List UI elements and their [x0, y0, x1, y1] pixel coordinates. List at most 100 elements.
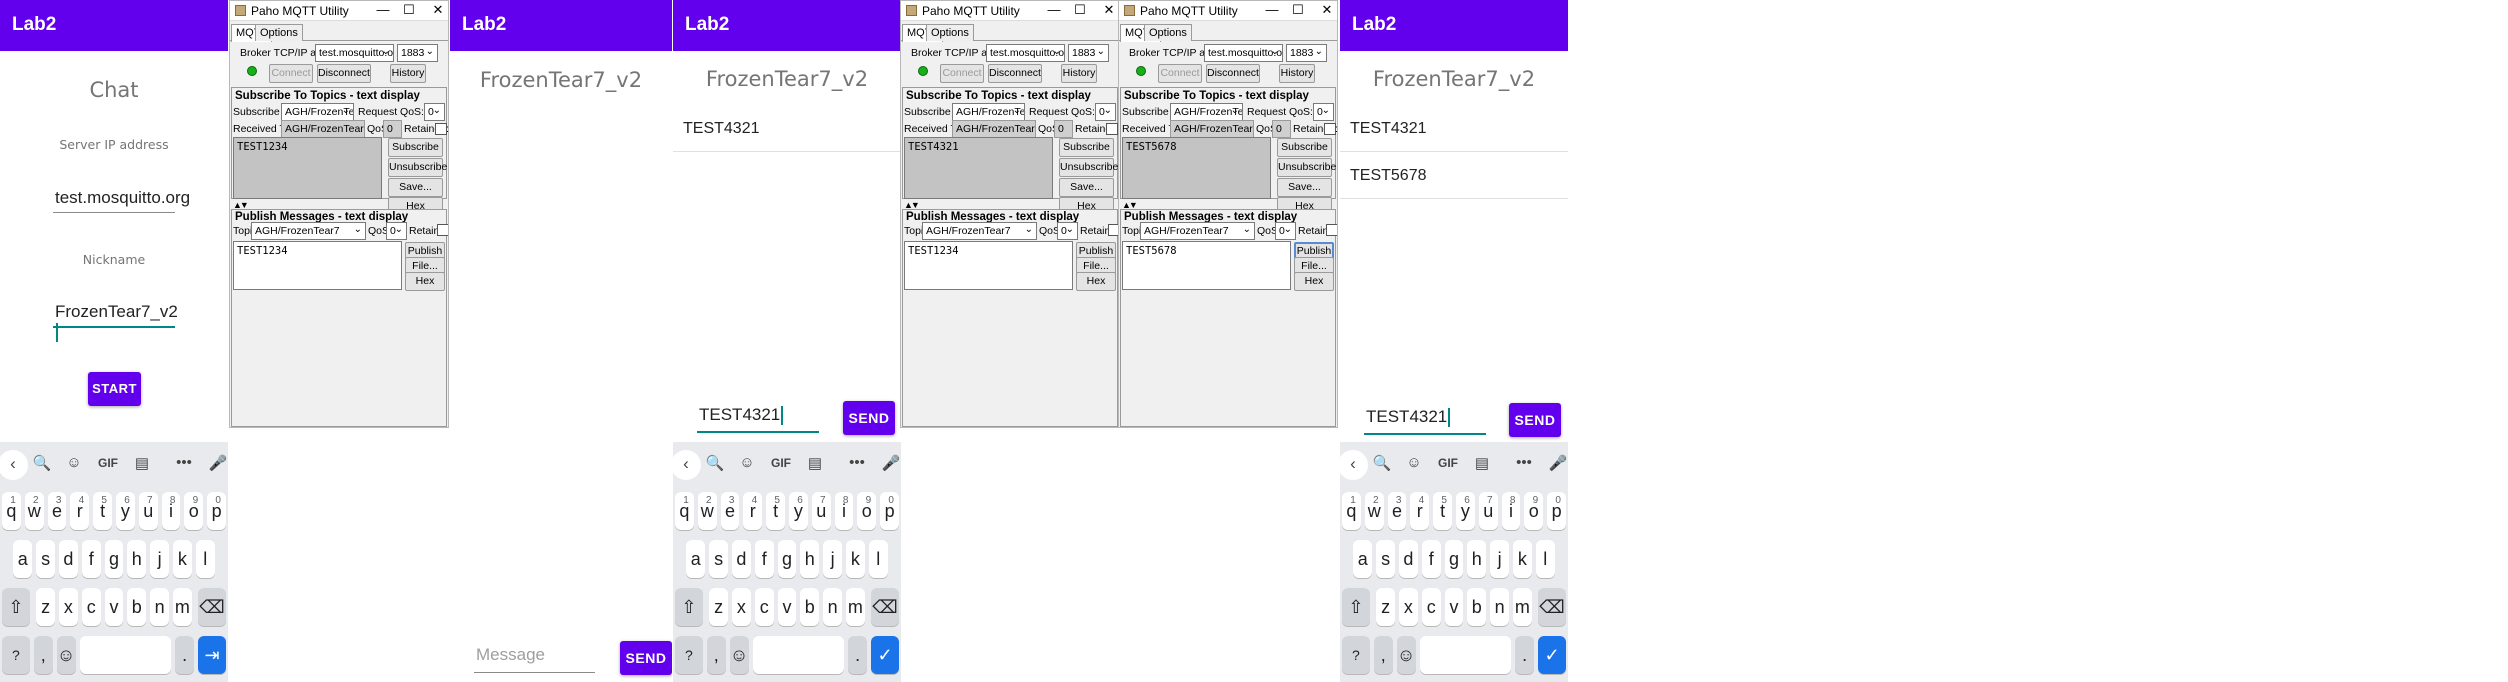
- key-y[interactable]: y6: [116, 492, 135, 530]
- key-m[interactable]: m: [1513, 588, 1532, 626]
- key-w[interactable]: w2: [24, 492, 44, 530]
- unsubscribe-button[interactable]: Unsubscribe: [388, 158, 447, 177]
- broker-address-select[interactable]: test.mosquitto.org⌄: [1204, 44, 1283, 62]
- maximize-icon[interactable]: ☐: [1289, 2, 1307, 18]
- collapse-icon[interactable]: ‹: [0, 450, 28, 480]
- publish-message-text[interactable]: TEST1234: [904, 241, 1073, 290]
- minimize-icon[interactable]: —: [374, 2, 392, 17]
- maximize-icon[interactable]: ☐: [1071, 2, 1089, 18]
- start-button[interactable]: START: [88, 372, 141, 406]
- key-j[interactable]: j: [823, 540, 842, 578]
- send-button[interactable]: SEND: [1509, 403, 1561, 437]
- key-g[interactable]: g: [1444, 540, 1464, 578]
- nickname-input[interactable]: FrozenTear7_v2: [53, 302, 178, 343]
- clipboard-icon[interactable]: ▤: [800, 454, 830, 472]
- collapse-icon[interactable]: ‹: [673, 450, 701, 480]
- publish-hex-button[interactable]: Hex: [405, 272, 445, 291]
- key-h[interactable]: h: [800, 540, 820, 578]
- key-o[interactable]: o9: [1524, 492, 1544, 530]
- key-o[interactable]: o9: [184, 492, 204, 530]
- key-m[interactable]: m: [846, 588, 865, 626]
- key-s[interactable]: s: [1376, 540, 1395, 578]
- key-x[interactable]: x: [732, 588, 751, 626]
- publish-retained-checkbox[interactable]: [437, 224, 448, 236]
- key-a[interactable]: a: [13, 540, 33, 578]
- key-t[interactable]: t5: [93, 492, 112, 530]
- backspace-key[interactable]: ⌫: [198, 588, 226, 626]
- subscribe-button[interactable]: Subscribe: [1059, 138, 1114, 157]
- subscribe-button[interactable]: Subscribe: [1277, 138, 1332, 157]
- backspace-key[interactable]: ⌫: [871, 588, 899, 626]
- key-v[interactable]: v: [1444, 588, 1464, 626]
- sticker-icon[interactable]: ☺: [732, 454, 762, 471]
- key-l[interactable]: l: [1535, 540, 1555, 578]
- publish-topic-select[interactable]: AGH/FrozenTear7 ⌄: [922, 222, 1037, 240]
- history-button[interactable]: History: [390, 64, 426, 83]
- comma-key[interactable]: ,: [33, 636, 53, 674]
- key-y[interactable]: y6: [789, 492, 808, 530]
- symbols-key[interactable]: ?123: [2, 636, 30, 674]
- key-g[interactable]: g: [104, 540, 124, 578]
- emoji-key[interactable]: ☺: [56, 636, 76, 674]
- disconnect-button[interactable]: Disconnect: [988, 64, 1042, 83]
- emoji-key[interactable]: ☺: [1396, 636, 1416, 674]
- key-b[interactable]: b: [800, 588, 820, 626]
- key-w[interactable]: w2: [697, 492, 717, 530]
- maximize-icon[interactable]: ☐: [400, 2, 418, 18]
- key-r[interactable]: r4: [70, 492, 90, 530]
- more-icon[interactable]: •••: [842, 454, 872, 471]
- more-icon[interactable]: •••: [1509, 454, 1539, 471]
- space-key[interactable]: [752, 636, 845, 674]
- gif-button[interactable]: GIF: [93, 456, 123, 470]
- close-icon[interactable]: ✕: [1100, 2, 1118, 18]
- key-s[interactable]: s: [36, 540, 55, 578]
- tab-options[interactable]: Options: [926, 24, 974, 41]
- key-c[interactable]: c: [1421, 588, 1441, 626]
- port-select[interactable]: 1883 ⌄: [397, 44, 438, 62]
- message-input[interactable]: Message: [474, 645, 595, 673]
- key-i[interactable]: i8: [1501, 492, 1521, 530]
- period-key[interactable]: .: [1515, 636, 1535, 674]
- publish-topic-select[interactable]: AGH/FrozenTear7 ⌄: [1140, 222, 1255, 240]
- key-u[interactable]: u7: [811, 492, 831, 530]
- publish-qos-select[interactable]: 0 ⌄: [1057, 222, 1078, 240]
- broker-address-select[interactable]: test.mosquitto.org⌄: [315, 44, 394, 62]
- key-e[interactable]: e3: [1387, 492, 1407, 530]
- period-key[interactable]: .: [848, 636, 868, 674]
- key-l[interactable]: l: [195, 540, 215, 578]
- close-icon[interactable]: ✕: [1318, 2, 1336, 18]
- gif-button[interactable]: GIF: [1433, 456, 1463, 470]
- key-e[interactable]: e3: [720, 492, 740, 530]
- key-p[interactable]: p0: [207, 492, 226, 530]
- publish-message-text[interactable]: TEST1234: [233, 241, 402, 290]
- key-v[interactable]: v: [104, 588, 124, 626]
- key-b[interactable]: b: [127, 588, 147, 626]
- key-z[interactable]: z: [1376, 588, 1395, 626]
- more-icon[interactable]: •••: [169, 454, 199, 471]
- publish-retained-checkbox[interactable]: [1326, 224, 1337, 236]
- key-n[interactable]: n: [1490, 588, 1509, 626]
- send-button[interactable]: SEND: [843, 401, 895, 435]
- connect-button[interactable]: Connect: [269, 64, 313, 83]
- symbols-key[interactable]: ?123: [675, 636, 703, 674]
- search-icon[interactable]: 🔍: [27, 454, 57, 472]
- comma-key[interactable]: ,: [1373, 636, 1393, 674]
- publish-hex-button[interactable]: Hex: [1294, 272, 1334, 291]
- key-a[interactable]: a: [686, 540, 706, 578]
- key-m[interactable]: m: [173, 588, 192, 626]
- key-r[interactable]: r4: [1410, 492, 1430, 530]
- unsubscribe-button[interactable]: Unsubscribe: [1277, 158, 1336, 177]
- publish-qos-select[interactable]: 0 ⌄: [386, 222, 407, 240]
- key-z[interactable]: z: [709, 588, 728, 626]
- key-e[interactable]: e3: [47, 492, 67, 530]
- key-f[interactable]: f: [1421, 540, 1441, 578]
- done-key[interactable]: ✓: [1538, 636, 1566, 674]
- shift-key[interactable]: ⇧: [675, 588, 703, 626]
- comma-key[interactable]: ,: [706, 636, 726, 674]
- space-key[interactable]: [79, 636, 172, 674]
- key-y[interactable]: y6: [1456, 492, 1475, 530]
- save-button[interactable]: Save...: [1277, 178, 1332, 197]
- port-select[interactable]: 1883 ⌄: [1068, 44, 1109, 62]
- key-s[interactable]: s: [709, 540, 728, 578]
- key-x[interactable]: x: [59, 588, 78, 626]
